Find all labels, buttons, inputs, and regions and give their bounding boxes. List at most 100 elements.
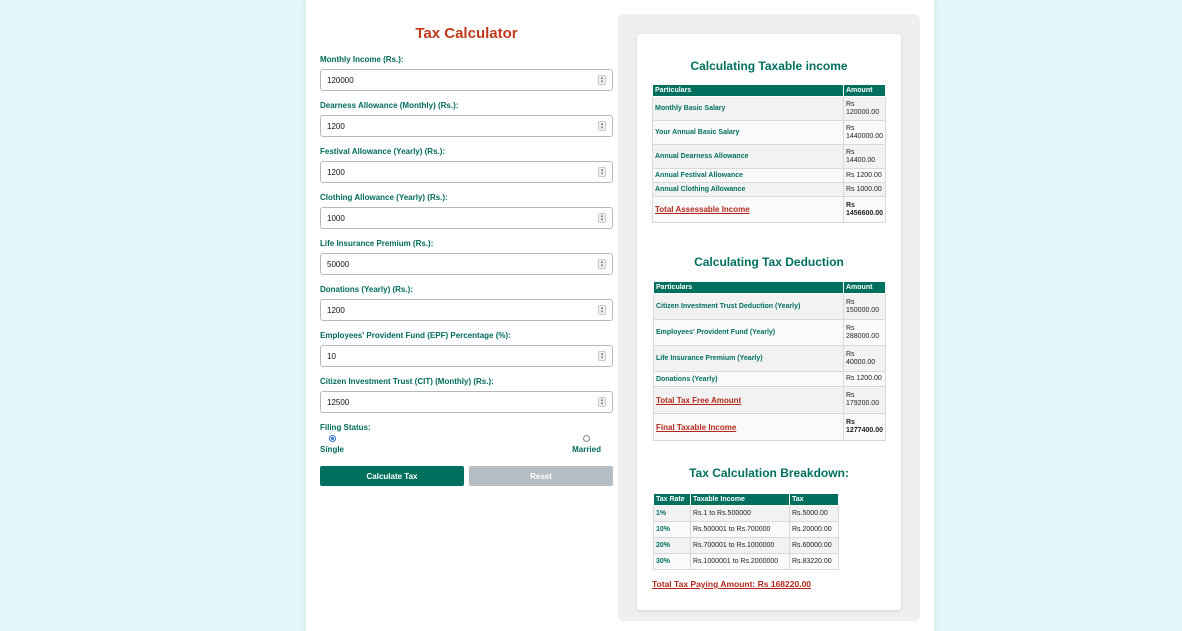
epf-percentage-input[interactable] xyxy=(321,346,591,367)
festival-allowance-label: Festival Allowance (Yearly) (Rs.): xyxy=(320,147,446,156)
deduction-header-particulars: Particulars xyxy=(653,281,844,294)
tax-form: Tax Calculator Monthly Income (Rs.): ▴▾ … xyxy=(320,24,613,486)
calculator-card: Tax Calculator Monthly Income (Rs.): ▴▾ … xyxy=(306,0,934,631)
total-tax-free-label: Total Tax Free Amount xyxy=(653,386,844,414)
festival-allowance-input[interactable] xyxy=(321,162,591,183)
row-label: Monthly Basic Salary xyxy=(652,96,844,121)
total-assessable-label: Total Assessable Income xyxy=(652,196,844,223)
table-row: Employees' Provident Fund (Yearly) Rs 28… xyxy=(653,319,886,346)
results-card: Calculating Taxable income Particulars A… xyxy=(637,34,901,610)
row-label: Annual Clothing Allowance xyxy=(652,182,844,197)
row-income: Rs.700001 to Rs.1000000 xyxy=(689,537,790,554)
breakdown-header-tax: Tax xyxy=(788,493,840,506)
taxable-income-title: Calculating Taxable income xyxy=(690,59,848,73)
row-amount: Rs 1200.00 xyxy=(843,371,886,387)
row-tax: Rs.20000.00 xyxy=(788,521,840,538)
cit-monthly-field: ▴▾ xyxy=(320,391,613,413)
spinner-icon[interactable]: ▴ ▾ xyxy=(598,351,606,361)
cit-monthly-input[interactable] xyxy=(321,392,591,413)
breakdown-header-rate: Tax Rate xyxy=(653,493,691,506)
table-row-total: Final Taxable Income Rs 1277400.00 xyxy=(653,413,886,441)
row-amount: Rs 1000.00 xyxy=(843,182,886,197)
row-income: Rs.1000001 to Rs.2000000 xyxy=(689,553,790,570)
dearness-allowance-label: Dearness Allowance (Monthly) (Rs.): xyxy=(320,101,459,110)
single-label: Single xyxy=(320,445,345,454)
row-income: Rs.500001 to Rs.700000 xyxy=(689,521,790,538)
row-label: Your Annual Basic Salary xyxy=(652,120,844,145)
tax-breakdown-table: Tax Rate Taxable Income Tax 1% Rs.1 to R… xyxy=(653,493,840,570)
row-rate: 30% xyxy=(653,553,691,570)
spinner-icon[interactable]: ▴ ▾ xyxy=(598,121,606,131)
monthly-income-label: Monthly Income (Rs.): xyxy=(320,55,404,64)
spinner-icon[interactable]: ▴ ▾ xyxy=(598,167,606,177)
filing-single-option[interactable]: Single xyxy=(320,435,344,454)
epf-percentage-field: ▴▾ xyxy=(320,345,613,367)
row-tax: Rs.5000.00 xyxy=(788,505,840,522)
spinner-icon[interactable]: ▴ ▾ xyxy=(598,397,606,407)
table-row-total: Total Tax Free Amount Rs 179200.00 xyxy=(653,386,886,414)
monthly-income-input[interactable] xyxy=(321,70,591,91)
row-tax: Rs.60000.00 xyxy=(788,537,840,554)
table-row: 1% Rs.1 to Rs.500000 Rs.5000.00 xyxy=(653,505,840,522)
life-insurance-input[interactable] xyxy=(321,254,591,275)
donations-input[interactable] xyxy=(321,300,591,321)
epf-percentage-label: Employees' Provident Fund (EPF) Percenta… xyxy=(320,331,511,340)
row-label: Annual Dearness Allowance xyxy=(652,144,844,169)
spinner-icon[interactable]: ▴ ▾ xyxy=(598,75,606,85)
final-taxable-amount: Rs 1277400.00 xyxy=(843,413,886,441)
row-label: Annual Festival Allowance xyxy=(652,168,844,183)
row-label: Donations (Yearly) xyxy=(653,371,844,387)
dearness-allowance-input[interactable] xyxy=(321,116,591,137)
taxable-header-amount: Amount xyxy=(843,84,886,97)
form-title: Tax Calculator xyxy=(415,25,518,42)
row-rate: 20% xyxy=(653,537,691,554)
life-insurance-field: ▴▾ xyxy=(320,253,613,275)
row-amount: Rs 288000.00 xyxy=(843,319,886,346)
row-amount: Rs 1200.00 xyxy=(843,168,886,183)
row-income: Rs.1 to Rs.500000 xyxy=(689,505,790,522)
table-row: Monthly Basic Salary Rs 120000.00 xyxy=(652,96,886,121)
clothing-allowance-field: ▴▾ xyxy=(320,207,613,229)
filing-married-option[interactable]: Married xyxy=(572,435,601,454)
monthly-income-field: ▴▾ xyxy=(320,69,613,91)
row-label: Life Insurance Premium (Yearly) xyxy=(653,345,844,372)
row-label: Citizen Investment Trust Deduction (Year… xyxy=(653,293,844,320)
donations-label: Donations (Yearly) (Rs.): xyxy=(320,285,413,294)
filing-status-group: Single Married xyxy=(320,434,613,466)
donations-field: ▴▾ xyxy=(320,299,613,321)
table-row-total: Total Assessable Income Rs 1456600.00 xyxy=(652,196,886,223)
taxable-income-table: Particulars Amount Monthly Basic Salary … xyxy=(652,84,886,223)
spinner-icon[interactable]: ▴ ▾ xyxy=(598,213,606,223)
radio-married[interactable] xyxy=(583,435,591,442)
table-row: Your Annual Basic Salary Rs 1440000.00 xyxy=(652,120,886,145)
festival-allowance-field: ▴▾ xyxy=(320,161,613,183)
breakdown-header-income: Taxable Income xyxy=(689,493,790,506)
table-row: Citizen Investment Trust Deduction (Year… xyxy=(653,293,886,320)
reset-button[interactable]: Reset xyxy=(469,466,613,486)
spinner-icon[interactable]: ▴ ▾ xyxy=(598,305,606,315)
row-amount: Rs 150000.00 xyxy=(843,293,886,320)
table-row: Donations (Yearly) Rs 1200.00 xyxy=(653,371,886,387)
total-assessable-amount: Rs 1456600.00 xyxy=(843,196,886,223)
calculate-tax-button[interactable]: Calculate Tax xyxy=(320,466,464,486)
tax-deduction-title: Calculating Tax Deduction xyxy=(694,255,844,269)
row-tax: Rs.83220.00 xyxy=(788,553,840,570)
table-row: Annual Dearness Allowance Rs 14400.00 xyxy=(652,144,886,169)
table-row: Life Insurance Premium (Yearly) Rs 40000… xyxy=(653,345,886,372)
row-amount: Rs 1440000.00 xyxy=(843,120,886,145)
table-row: 20% Rs.700001 to Rs.1000000 Rs.60000.00 xyxy=(653,537,840,554)
row-label: Employees' Provident Fund (Yearly) xyxy=(653,319,844,346)
married-label: Married xyxy=(572,445,601,454)
row-amount: Rs 14400.00 xyxy=(843,144,886,169)
radio-single[interactable] xyxy=(328,435,336,442)
taxable-header-particulars: Particulars xyxy=(652,84,844,97)
final-taxable-label: Final Taxable Income xyxy=(653,413,844,441)
clothing-allowance-input[interactable] xyxy=(321,208,591,229)
deduction-header-amount: Amount xyxy=(843,281,886,294)
tax-deduction-table: Particulars Amount Citizen Investment Tr… xyxy=(653,281,886,441)
row-rate: 1% xyxy=(653,505,691,522)
cit-monthly-label: Citizen Investment Trust (CIT) (Monthly)… xyxy=(320,377,494,386)
row-rate: 10% xyxy=(653,521,691,538)
table-row: 10% Rs.500001 to Rs.700000 Rs.20000.00 xyxy=(653,521,840,538)
spinner-icon[interactable]: ▴ ▾ xyxy=(598,259,606,269)
